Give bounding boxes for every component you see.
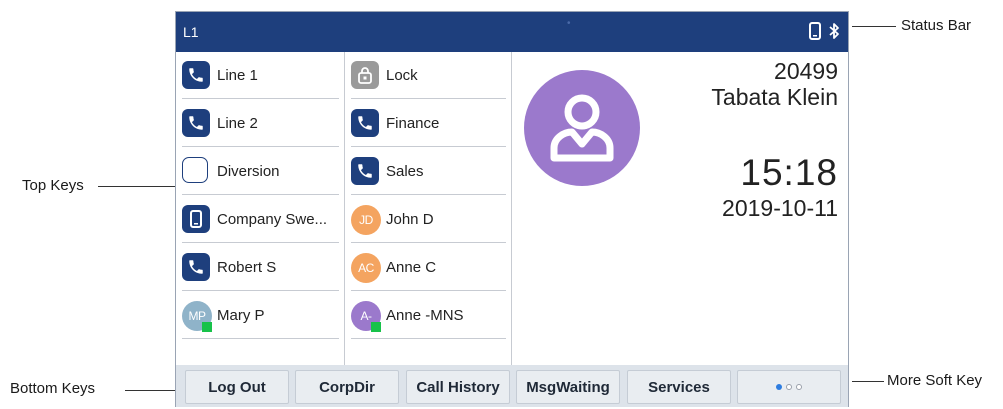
softkey-bar: Log Out CorpDir Call History MsgWaiting … xyxy=(176,365,848,407)
top-keys-panel: Line 1 Line 2 Diversion Company Swe... R… xyxy=(176,52,512,365)
more-softkeys-button[interactable] xyxy=(737,370,841,404)
status-icons xyxy=(809,22,840,40)
phone-icon xyxy=(182,109,210,137)
extension-number: 20499 xyxy=(774,58,838,84)
callout-status-bar: Status Bar xyxy=(901,17,972,34)
clock-time: 15:18 xyxy=(740,152,838,193)
page-dot xyxy=(786,384,792,390)
avatar-initials: AC xyxy=(351,253,381,283)
phone-icon xyxy=(182,253,210,281)
user-name: Tabata Klein xyxy=(711,84,838,110)
top-key-label: Robert S xyxy=(217,258,277,276)
top-key-line-1[interactable]: Line 1 xyxy=(182,52,339,99)
column-divider xyxy=(344,52,345,365)
empty-box-icon xyxy=(182,157,210,185)
top-key-line-2[interactable]: Line 2 xyxy=(182,100,339,147)
status-bar: L1 • xyxy=(176,12,848,52)
top-key-label: Finance xyxy=(386,114,440,132)
top-key-diversion[interactable]: Diversion xyxy=(182,148,339,195)
callout-line xyxy=(98,186,175,187)
callout-top-keys: Top Keys xyxy=(22,177,84,194)
avatar: MP xyxy=(182,301,212,332)
line-indicator: L1 xyxy=(183,24,199,40)
top-key-label: Anne -MNS xyxy=(386,306,464,324)
logout-button[interactable]: Log Out xyxy=(185,370,289,404)
user-silhouette-icon xyxy=(524,70,640,186)
clock-date: 2019-10-11 xyxy=(722,195,838,221)
callout-line xyxy=(852,381,884,382)
top-key-anne-c[interactable]: AC Anne C xyxy=(351,244,506,291)
avatar-initials: JD xyxy=(351,205,381,235)
corpdir-button[interactable]: CorpDir xyxy=(295,370,399,404)
call-history-button[interactable]: Call History xyxy=(406,370,510,404)
bluetooth-icon xyxy=(829,22,840,40)
avatar: AC xyxy=(351,253,381,283)
top-key-sales[interactable]: Sales xyxy=(351,148,506,195)
phone-screen: L1 • Line 1 Line 2 Diversion Company Swe… xyxy=(175,11,849,407)
top-key-label: Mary P xyxy=(217,306,265,324)
msgwaiting-button[interactable]: MsgWaiting xyxy=(516,370,620,404)
presence-available-icon xyxy=(202,322,212,332)
top-key-label: Line 2 xyxy=(217,114,258,132)
phone-icon xyxy=(351,109,379,137)
top-key-label: John D xyxy=(386,210,434,228)
top-key-label: Diversion xyxy=(217,162,280,180)
top-key-mary-p[interactable]: MP Mary P xyxy=(182,292,339,339)
presence-available-icon xyxy=(371,322,381,332)
top-key-label: Company Swe... xyxy=(217,210,328,228)
top-key-anne-mns[interactable]: A- Anne -MNS xyxy=(351,292,506,339)
idle-screen: 20499 Tabata Klein 15:18 2019-10-11 xyxy=(512,52,848,365)
phone-icon xyxy=(182,61,210,89)
avatar: A- xyxy=(351,301,381,332)
phone-icon xyxy=(809,22,821,40)
top-key-label: Sales xyxy=(386,162,424,180)
top-key-label: Line 1 xyxy=(217,66,258,84)
page-dot xyxy=(796,384,802,390)
lock-icon xyxy=(351,61,379,89)
callout-bottom-keys: Bottom Keys xyxy=(10,380,96,397)
callout-more-soft-key: More Soft Key xyxy=(887,372,983,389)
avatar: JD xyxy=(351,205,381,235)
page-dot-active xyxy=(776,384,782,390)
mobile-icon xyxy=(182,205,210,233)
phone-icon xyxy=(351,157,379,185)
callout-line xyxy=(125,390,175,391)
top-key-john-d[interactable]: JD John D xyxy=(351,196,506,243)
services-button[interactable]: Services xyxy=(627,370,731,404)
top-key-company[interactable]: Company Swe... xyxy=(182,196,339,243)
top-key-lock[interactable]: Lock xyxy=(351,52,506,99)
top-key-robert-s[interactable]: Robert S xyxy=(182,244,339,291)
status-center-dot: • xyxy=(567,18,571,29)
page-dots-icon xyxy=(776,384,802,390)
top-key-label: Anne C xyxy=(386,258,437,276)
top-key-label: Lock xyxy=(386,66,418,84)
callout-line xyxy=(852,26,896,27)
top-key-finance[interactable]: Finance xyxy=(351,100,506,147)
